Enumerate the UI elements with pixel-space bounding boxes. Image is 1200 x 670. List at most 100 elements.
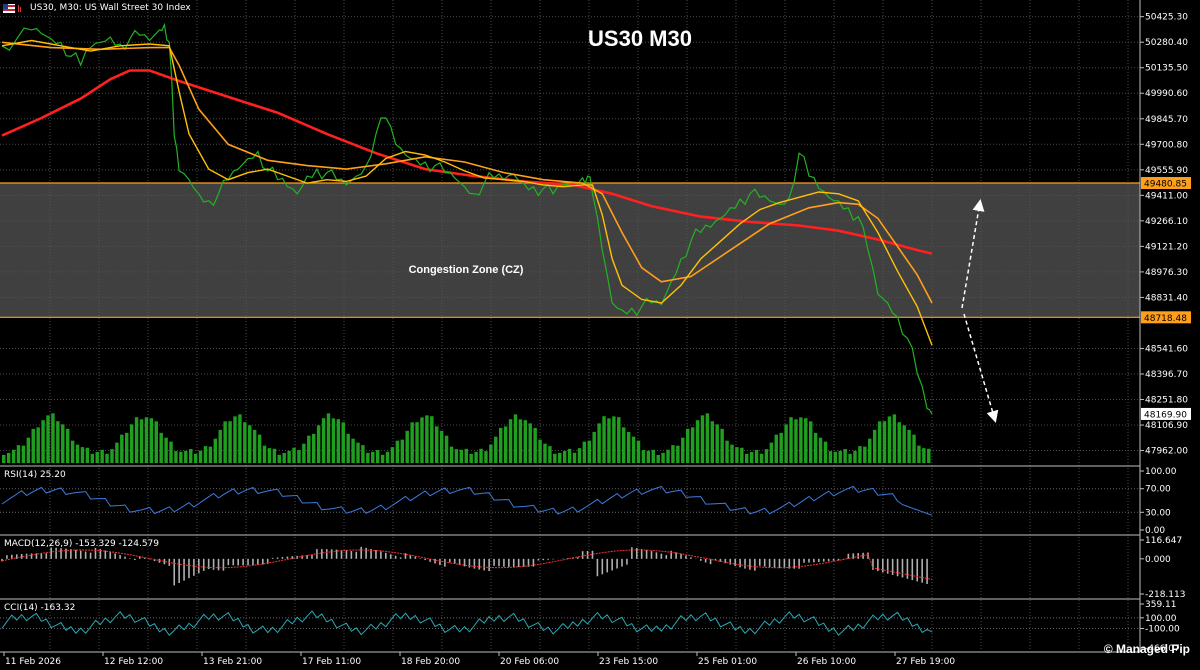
volume-bar <box>528 423 532 463</box>
symbol-flag-icon <box>3 4 15 13</box>
volume-bar <box>494 436 498 463</box>
volume-bar <box>331 418 336 463</box>
volume-bar <box>858 446 862 463</box>
volume-bar <box>705 413 710 463</box>
volume-bar <box>188 449 193 463</box>
cci-line <box>1 610 933 636</box>
level-tag-bottom: 48718.48 <box>1144 314 1187 324</box>
volume-bar <box>198 450 203 463</box>
volume-bar <box>558 452 562 463</box>
volume-bar <box>346 433 350 463</box>
volume-bar <box>149 418 154 463</box>
volume-bar <box>671 445 675 463</box>
pane-title: RSI(14) 25.20 <box>4 470 66 480</box>
volume-bar <box>61 424 65 463</box>
volume-bar <box>184 450 188 463</box>
volume-bar <box>203 446 208 463</box>
time-axis-label: 27 Feb 19:00 <box>896 657 955 667</box>
volume-bar <box>415 422 419 463</box>
volume-bar <box>725 440 729 463</box>
volume-bar <box>307 435 311 463</box>
volume-bar <box>927 448 931 463</box>
time-axis-label: 17 Feb 11:00 <box>302 657 361 667</box>
volume-bar <box>16 445 21 463</box>
volume-bar <box>794 419 798 463</box>
volume-bar <box>223 421 227 463</box>
volume-bar <box>538 439 542 463</box>
volume-bar <box>863 446 867 463</box>
volume-bar <box>887 416 892 463</box>
volume-bar <box>789 417 793 463</box>
volume-bar <box>228 421 232 463</box>
volume-bar <box>548 446 552 463</box>
volume-bar <box>144 417 149 463</box>
volume-bar <box>602 416 606 463</box>
volume-bar <box>321 418 326 463</box>
pane-title: CCI(14) -163.32 <box>4 603 75 613</box>
volume-bar <box>877 421 882 463</box>
volume-bar <box>799 417 803 463</box>
volume-bar <box>474 451 478 463</box>
rsi-line <box>1 485 933 516</box>
volume-bar <box>105 453 109 463</box>
volume-bar <box>277 454 281 463</box>
price-axis-label: 48106.90 <box>1145 421 1188 431</box>
volume-bar <box>297 450 301 463</box>
volume-bar <box>567 448 572 463</box>
volume-bar <box>449 446 454 463</box>
volume-bar <box>808 421 813 463</box>
volume-bars <box>2 413 931 463</box>
volume-bar <box>302 443 306 463</box>
volume-bar <box>636 440 641 463</box>
volume-bar <box>262 445 267 463</box>
price-axis-label: 49845.70 <box>1145 115 1188 125</box>
volume-bar <box>543 443 547 463</box>
volume-bar <box>420 417 424 463</box>
volume-bar <box>700 415 705 463</box>
volume-bar <box>764 449 769 463</box>
volume-bar <box>872 429 877 463</box>
volume-bar <box>351 438 355 463</box>
volume-bar <box>759 453 764 463</box>
volume-bar <box>848 453 852 463</box>
price-axis-label: 49555.90 <box>1145 166 1188 176</box>
time-axis-label: 12 Feb 12:00 <box>104 657 163 667</box>
volume-bar <box>626 431 631 463</box>
volume-bar <box>75 444 80 463</box>
volume-bar <box>21 445 26 463</box>
volume-bar <box>385 451 390 463</box>
volume-bar <box>361 445 365 463</box>
volume-bar <box>907 429 911 463</box>
volume-bar <box>730 444 734 463</box>
volume-bar <box>110 449 114 463</box>
volume-bar <box>833 451 838 463</box>
volume-bar <box>523 420 528 463</box>
volume-bar <box>641 450 646 463</box>
volume-bar <box>818 437 823 463</box>
volume-bar <box>174 451 178 463</box>
volume-bar <box>853 450 857 463</box>
volume-bar <box>11 449 16 463</box>
volume-bar <box>518 419 523 463</box>
volume-bar <box>917 445 921 463</box>
volume-bar <box>607 418 611 463</box>
volume-bar <box>282 453 286 463</box>
volume-bar <box>745 453 749 463</box>
volume-bar <box>823 441 828 463</box>
chart-type-icon[interactable] <box>17 4 22 13</box>
volume-bar <box>100 449 104 463</box>
volume-bar <box>390 447 395 463</box>
pane-axis-label: 70.00 <box>1145 485 1171 495</box>
volume-bar <box>715 424 719 463</box>
volume-bar <box>31 428 35 463</box>
chart-canvas[interactable]: RSI(14) 25.20 100.00 70.00 30.00 0.00 MACD(12… <box>0 0 1200 670</box>
volume-bar <box>56 421 60 463</box>
volume-bar <box>553 453 557 463</box>
time-axis-label: 11 Feb 2026 <box>5 657 61 667</box>
volume-bar <box>695 420 700 463</box>
price-axis-label: 49411.00 <box>1145 191 1188 201</box>
price-axis-label: 49990.60 <box>1145 89 1188 99</box>
pane-axis-label: 100.00 <box>1145 614 1177 624</box>
chart-title: US30 M30 <box>588 26 692 51</box>
time-axis-label: 26 Feb 10:00 <box>797 657 856 667</box>
